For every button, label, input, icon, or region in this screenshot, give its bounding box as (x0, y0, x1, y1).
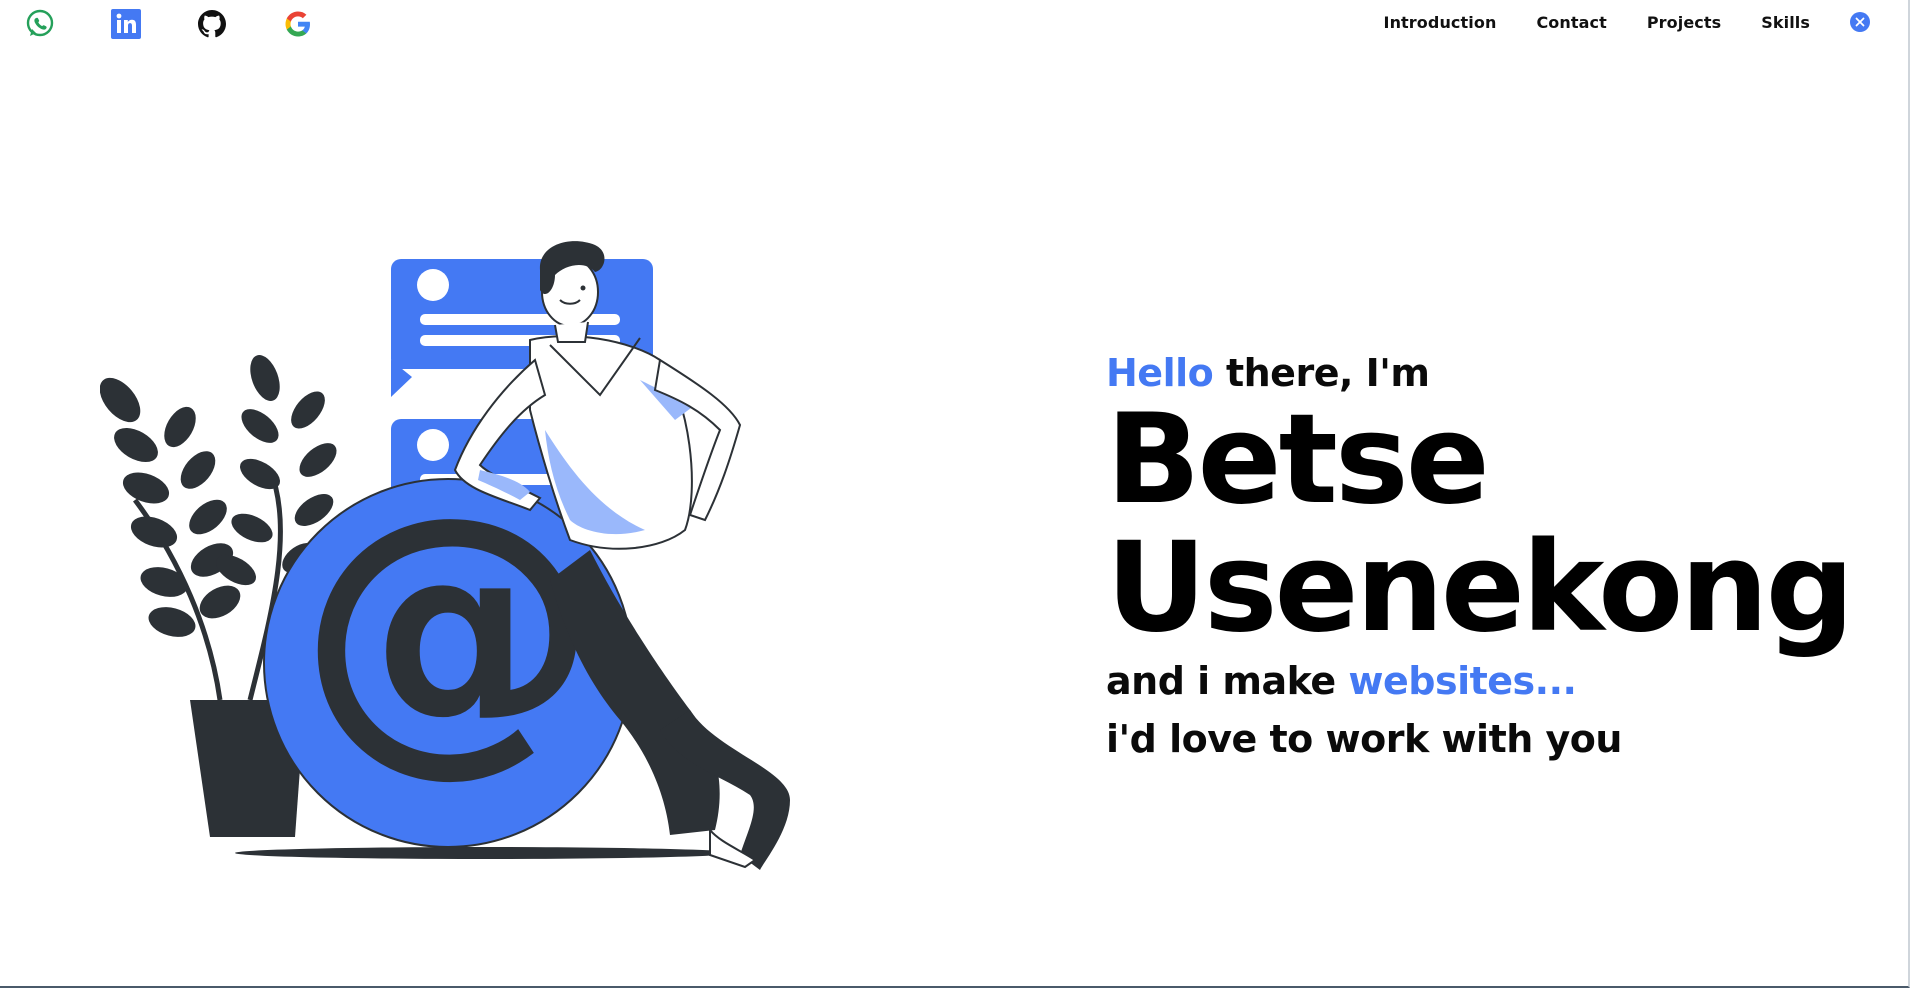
nav-projects[interactable]: Projects (1647, 13, 1721, 32)
tagline-highlight: websites... (1348, 659, 1577, 703)
main-nav: Introduction Contact Projects Skills (1384, 12, 1870, 32)
close-icon (1855, 17, 1865, 27)
svg-text:@: @ (298, 452, 598, 801)
tagline: and i make websites... (1106, 658, 1851, 704)
hero-section: Hello there, I'm Betse Usenekong and i m… (1106, 350, 1854, 762)
tagline-start: and i make (1106, 659, 1336, 703)
whatsapp-link[interactable] (24, 8, 56, 40)
first-name: Betse (1106, 388, 1490, 532)
hero-illustration: @ (100, 241, 790, 870)
linkedin-icon (111, 9, 141, 39)
nav-contact[interactable]: Contact (1536, 13, 1606, 32)
close-button[interactable] (1850, 12, 1870, 32)
linkedin-link[interactable] (110, 8, 142, 40)
github-link[interactable] (196, 8, 228, 40)
nav-introduction[interactable]: Introduction (1384, 13, 1497, 32)
call-to-action-text: i'd love to work with you (1106, 717, 1622, 761)
github-icon (198, 10, 226, 38)
nav-skills[interactable]: Skills (1761, 13, 1810, 32)
social-links (24, 8, 314, 40)
google-link[interactable] (282, 8, 314, 40)
whatsapp-icon (26, 9, 54, 37)
google-icon (285, 11, 310, 37)
last-name: Usenekong (1106, 516, 1854, 660)
ground-shadow (235, 847, 735, 859)
